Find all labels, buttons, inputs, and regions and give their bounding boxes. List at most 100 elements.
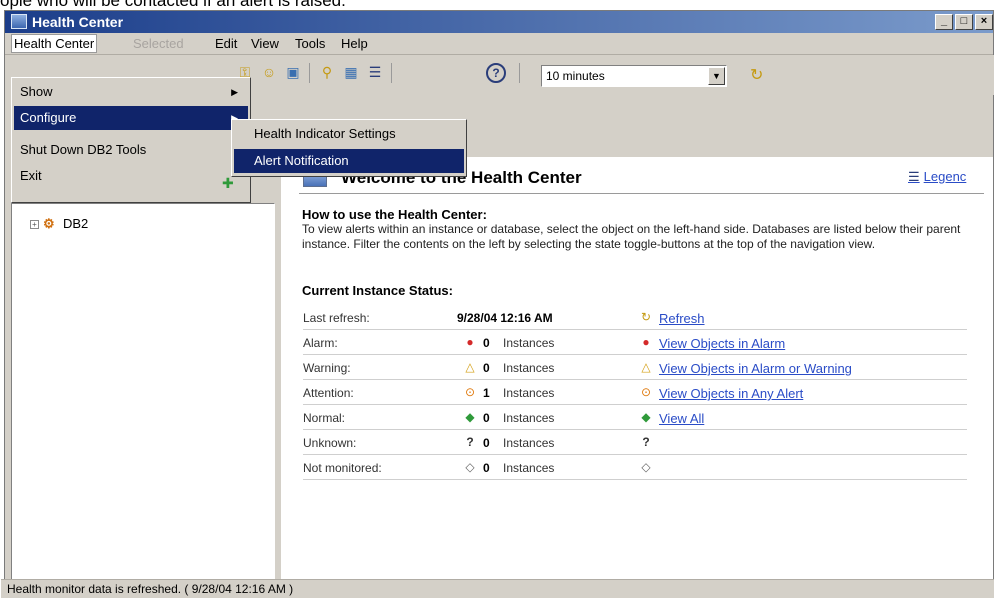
menu-item-exit[interactable]: Exit [14, 164, 248, 188]
welcome-panel: Welcome to the Health Center ☰ Legenc How… [281, 157, 993, 585]
status-label: Last refresh: [303, 311, 370, 325]
instance-unit: Instances [503, 461, 555, 475]
legend-link[interactable]: ☰ Legenc [908, 169, 966, 185]
state-icon: ● [466, 335, 474, 349]
instance-unit: Instances [503, 411, 555, 425]
instance-count: 0 [483, 336, 490, 350]
menu-item-label: Health Indicator Settings [254, 126, 396, 141]
view-objects-link[interactable]: View All [659, 411, 704, 426]
status-label: Alarm: [303, 336, 338, 350]
view-objects-link[interactable]: View Objects in Alarm [659, 336, 785, 351]
refresh-icon[interactable]: ↻ [750, 65, 763, 85]
instance-unit: Instances [503, 361, 555, 375]
instance-unit: Instances [503, 386, 555, 400]
toolbar-separator [519, 63, 520, 83]
alarm-filter-icon[interactable]: ⚲ [317, 63, 337, 81]
close-button[interactable]: × [975, 14, 993, 30]
view-objects-link[interactable]: View Objects in Alarm or Warning [659, 361, 852, 376]
status-row: Alarm: ● 0 Instances ● View Objects in Alarm [303, 330, 967, 355]
status-row: Warning: △ 0 Instances △ View Objects in Alar… [303, 355, 967, 380]
refresh-icon[interactable]: ↻ [639, 310, 653, 324]
user-icon[interactable]: ☺ [259, 63, 279, 81]
last-refresh-value: 9/28/04 12:16 AM [457, 311, 553, 325]
list-icon[interactable]: ☰ [365, 63, 385, 81]
refresh-interval-value: 10 minutes [546, 69, 605, 83]
state-icon: ◆ [465, 410, 475, 424]
instance-count: 0 [483, 361, 490, 375]
status-label: Normal: [303, 411, 346, 425]
menu-item-health-indicator-settings[interactable]: Health Indicator Settings [234, 122, 464, 146]
submenu-arrow-icon: ▶ [231, 87, 238, 97]
menu-health-center[interactable]: Health Center [11, 34, 98, 53]
instance-unit: Instances [503, 336, 555, 350]
status-label: Warning: [303, 361, 351, 375]
minimize-button[interactable]: _ [935, 14, 953, 30]
menu-item-label: Configure [20, 110, 77, 125]
menu-view[interactable]: View [251, 36, 279, 51]
exit-icon: ✚ [222, 175, 234, 191]
navigation-tree[interactable]: + ⚙ DB2 [11, 203, 275, 585]
chevron-down-icon[interactable]: ▼ [708, 67, 725, 85]
legend-label: Legenc [923, 169, 967, 184]
status-row: Attention: ⊙ 1 Instances ⊙ View Objects in An… [303, 380, 967, 405]
refresh-interval-select[interactable]: 10 minutes ▼ [541, 65, 727, 87]
status-label: Attention: [303, 386, 354, 400]
instance-unit: Instances [503, 436, 555, 450]
toolbar-separator [391, 63, 392, 83]
instance-count: 0 [483, 411, 490, 425]
link-state-icon: △ [641, 360, 651, 374]
health-center-window: Health Center _ □ × Health Center Select… [1, 10, 994, 598]
toolbar: ⚿ ☺ ▣ ⚲ ▦ ☰ ? 10 minutes ▼ ↻ [225, 55, 994, 95]
menu-tools[interactable]: Tools [295, 36, 325, 51]
window-title: Health Center [32, 14, 124, 30]
menu-item-configure[interactable]: Configure ▶ [14, 106, 248, 130]
expand-icon[interactable]: + [30, 220, 39, 230]
menu-item-shut-down[interactable]: Shut Down DB2 Tools [14, 138, 248, 162]
instance-count: 0 [483, 461, 490, 475]
monitor-icon[interactable]: ▣ [283, 63, 303, 81]
status-bar: Health monitor data is refreshed. ( 9/28… [1, 579, 994, 598]
menu-item-alert-notification[interactable]: Alert Notification [234, 149, 464, 173]
instance-count: 0 [483, 436, 490, 450]
howto-heading: How to use the Health Center: [302, 207, 487, 222]
status-row: Not monitored: ◇ 0 Instances ◇ [303, 455, 967, 480]
menu-item-label: Alert Notification [254, 153, 349, 168]
grid-icon[interactable]: ▦ [341, 63, 361, 81]
status-label: Not monitored: [303, 461, 382, 475]
menu-selected[interactable]: Selected [133, 36, 184, 51]
menu-item-show[interactable]: Show ▶ [14, 80, 248, 104]
state-icon: ⊙ [464, 385, 476, 399]
help-icon[interactable]: ? [486, 63, 506, 83]
link-state-icon: ◇ [641, 460, 651, 474]
status-rows: Alarm: ● 0 Instances ● View Objects in Alarm W… [303, 330, 967, 480]
database-instance-icon: ⚙ [43, 216, 55, 231]
refresh-link[interactable]: Refresh [659, 311, 705, 326]
status-row-last-refresh: Last refresh: 9/28/04 12:16 AM ↻ Refresh [303, 305, 967, 330]
status-heading: Current Instance Status: [302, 283, 453, 298]
health-center-menu: Show ▶ Configure ▶ Shut Down DB2 Tools E… [11, 77, 251, 203]
menu-edit[interactable]: Edit [215, 36, 237, 51]
link-state-icon: ⊙ [640, 385, 652, 399]
state-icon: ◇ [465, 460, 475, 474]
menu-bar: Health Center Selected Edit View Tools H… [5, 33, 993, 55]
app-icon [11, 14, 27, 29]
menu-item-label: Shut Down DB2 Tools [20, 142, 147, 157]
menu-help[interactable]: Help [341, 36, 368, 51]
howto-text: To view alerts within an instance or dat… [302, 222, 961, 251]
divider [299, 193, 984, 194]
instance-count: 1 [483, 386, 490, 400]
tree-node-db2[interactable]: + ⚙ DB2 [30, 216, 88, 232]
maximize-button[interactable]: □ [955, 14, 973, 30]
title-bar[interactable]: Health Center _ □ × [5, 11, 993, 33]
link-state-icon: ● [642, 335, 650, 349]
view-objects-link[interactable]: View Objects in Any Alert [659, 386, 803, 401]
toolbar-separator [309, 63, 310, 83]
legend-icon: ☰ [908, 169, 920, 184]
status-row: Normal: ◆ 0 Instances ◆ View All [303, 405, 967, 430]
instance-status-table: Last refresh: 9/28/04 12:16 AM ↻ Refresh… [303, 305, 967, 480]
state-icon: ? [466, 435, 474, 449]
link-state-icon: ◆ [641, 410, 651, 424]
status-row: Unknown:? 0 Instances? [303, 430, 967, 455]
link-state-icon: ? [642, 435, 650, 449]
status-label: Unknown: [303, 436, 357, 450]
